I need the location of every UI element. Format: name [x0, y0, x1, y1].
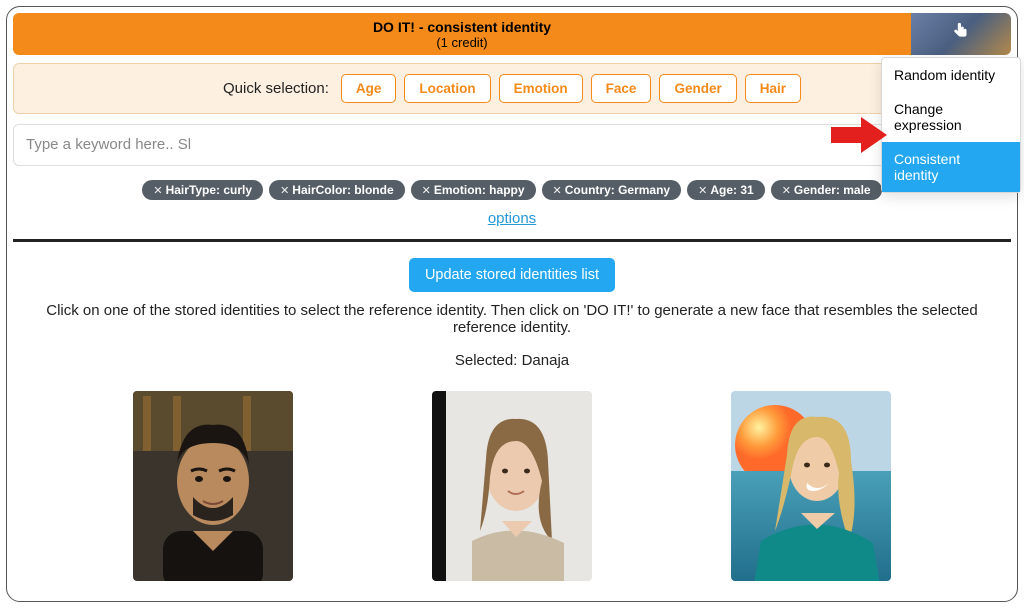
identity-card[interactable]: [731, 391, 891, 581]
quick-chip-face[interactable]: Face: [591, 74, 652, 103]
close-icon: ✕: [782, 184, 791, 197]
do-it-title: DO IT! - consistent identity: [13, 19, 911, 35]
tag-gender[interactable]: ✕Gender: male: [771, 180, 882, 200]
tag-hairtype[interactable]: ✕HairType: curly: [142, 180, 263, 200]
close-icon: ✕: [280, 184, 289, 197]
update-stored-identities-button[interactable]: Update stored identities list: [409, 258, 615, 292]
do-it-subtitle: (1 credit): [13, 35, 911, 50]
identity-card[interactable]: [432, 391, 592, 581]
quick-chip-age[interactable]: Age: [341, 74, 397, 103]
selected-identity-text: Selected: Danaja: [13, 352, 1011, 369]
quick-selection-row: Quick selection: Age Location Emotion Fa…: [13, 63, 1011, 114]
dropdown-item-random-identity[interactable]: Random identity: [882, 58, 1020, 92]
close-icon: ✕: [698, 184, 707, 197]
close-icon: ✕: [153, 184, 162, 197]
do-it-button[interactable]: DO IT! - consistent identity (1 credit): [13, 13, 911, 55]
attention-arrow-icon: [831, 117, 887, 158]
dropdown-item-change-expression[interactable]: Change expression: [882, 92, 1020, 142]
tag-country[interactable]: ✕Country: Germany: [542, 180, 682, 200]
help-text: Click on one of the stored identities to…: [13, 302, 1011, 336]
options-link[interactable]: options: [13, 210, 1011, 227]
tag-age[interactable]: ✕Age: 31: [687, 180, 765, 200]
section-divider: [13, 239, 1011, 242]
mode-dropdown-toggle[interactable]: [911, 13, 1011, 55]
quick-chip-hair[interactable]: Hair: [745, 74, 801, 103]
top-bar: DO IT! - consistent identity (1 credit): [13, 13, 1011, 55]
quick-chip-location[interactable]: Location: [404, 74, 490, 103]
dropdown-item-consistent-identity[interactable]: Consistent identity: [882, 142, 1020, 192]
identities-grid: [13, 391, 1011, 581]
quick-chip-gender[interactable]: Gender: [659, 74, 736, 103]
main-panel: DO IT! - consistent identity (1 credit) …: [6, 6, 1018, 602]
quick-selection-label: Quick selection:: [223, 80, 329, 97]
close-icon: ✕: [422, 184, 431, 197]
quick-chip-emotion[interactable]: Emotion: [499, 74, 583, 103]
identity-card[interactable]: [133, 391, 293, 581]
close-icon: ✕: [553, 184, 562, 197]
mode-dropdown: Random identity Change expression Consis…: [881, 57, 1021, 193]
filter-tags-row: ✕HairType: curly ✕HairColor: blonde ✕Emo…: [13, 180, 1011, 200]
tag-emotion[interactable]: ✕Emotion: happy: [411, 180, 536, 200]
tag-haircolor[interactable]: ✕HairColor: blonde: [269, 180, 405, 200]
hand-pointer-icon: [950, 21, 972, 48]
